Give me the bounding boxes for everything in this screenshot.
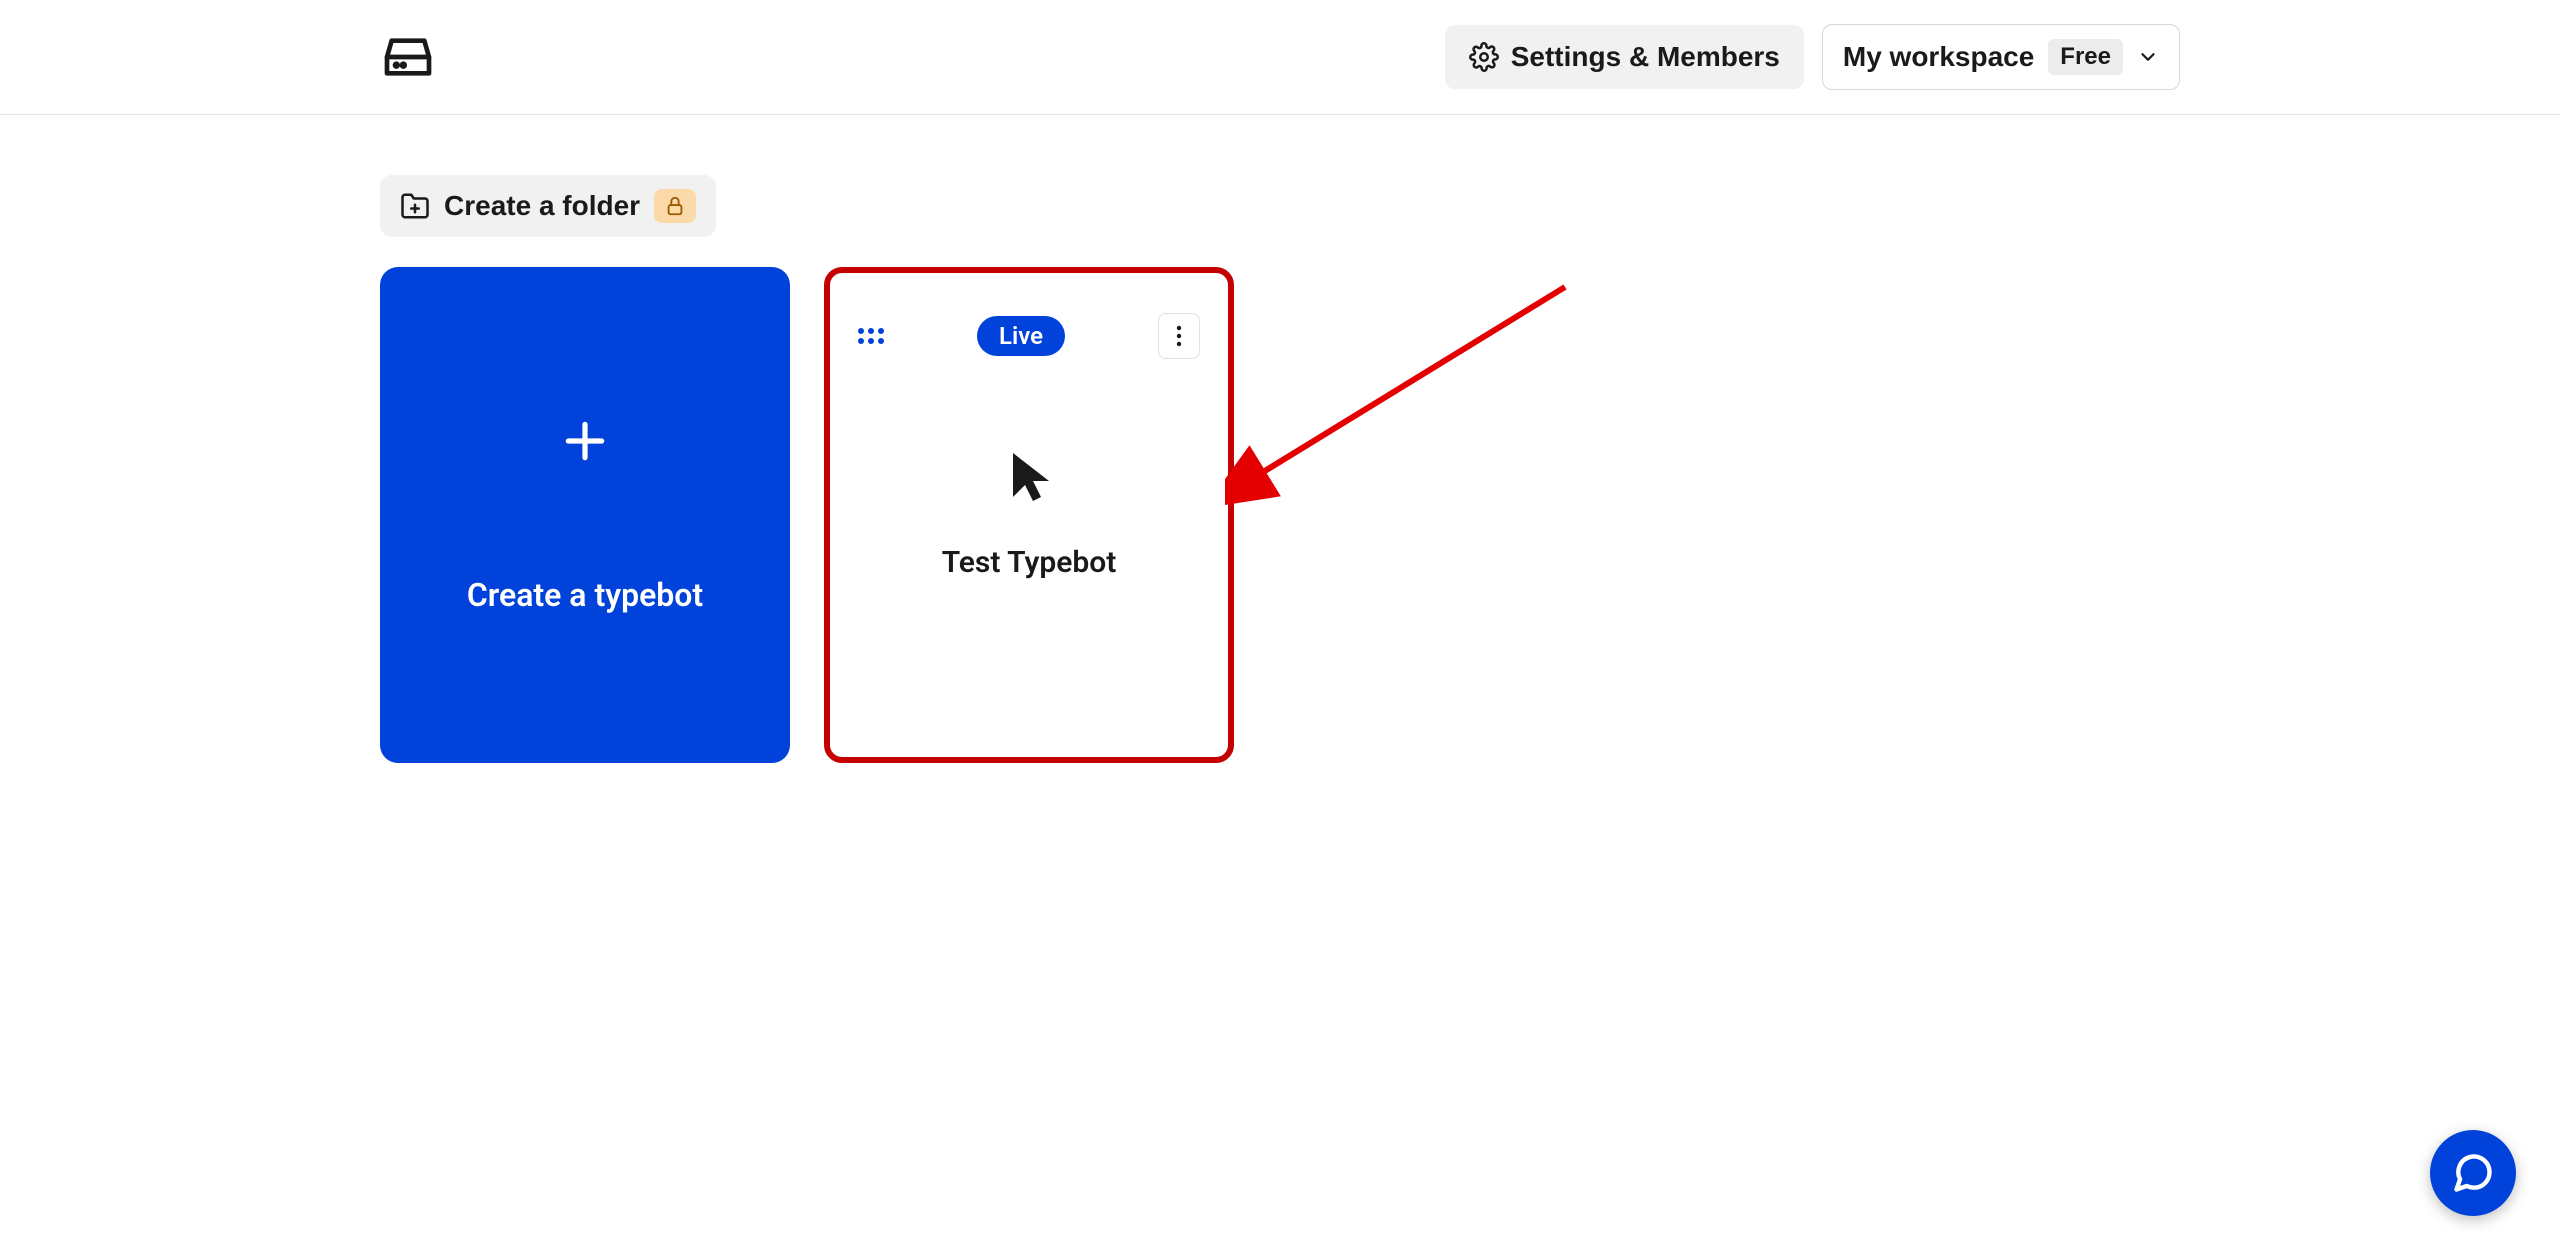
app-logo[interactable] bbox=[380, 29, 436, 85]
typebot-name: Test Typebot bbox=[942, 545, 1117, 580]
app-header: Settings & Members My workspace Free bbox=[0, 0, 2560, 115]
annotation-arrow bbox=[1225, 277, 1585, 537]
dots-vertical-icon bbox=[1176, 324, 1182, 348]
header-controls: Settings & Members My workspace Free bbox=[1445, 24, 2180, 90]
create-typebot-card[interactable]: Create a typebot bbox=[380, 267, 790, 763]
status-badge: Live bbox=[977, 316, 1065, 356]
workspace-name: My workspace bbox=[1843, 41, 2034, 73]
create-folder-button[interactable]: Create a folder bbox=[380, 175, 716, 237]
drag-handle-icon[interactable] bbox=[858, 328, 884, 344]
typebot-card[interactable]: Live Test Typebot bbox=[824, 267, 1234, 763]
gear-icon bbox=[1469, 42, 1499, 72]
main-content: Create a folder Create a typebot bbox=[0, 115, 2560, 823]
chevron-down-icon bbox=[2137, 46, 2159, 68]
create-folder-label: Create a folder bbox=[444, 190, 640, 222]
workspace-selector[interactable]: My workspace Free bbox=[1822, 24, 2180, 90]
typebot-card-header: Live bbox=[858, 313, 1200, 359]
more-options-button[interactable] bbox=[1158, 313, 1200, 359]
settings-members-label: Settings & Members bbox=[1511, 41, 1780, 73]
folder-plus-icon bbox=[400, 191, 430, 221]
cursor-icon bbox=[1005, 449, 1053, 509]
lock-icon bbox=[664, 195, 686, 217]
typebot-grid: Create a typebot Live bbox=[380, 267, 2180, 763]
chat-icon bbox=[2451, 1151, 2495, 1195]
settings-members-button[interactable]: Settings & Members bbox=[1445, 25, 1804, 89]
create-typebot-label: Create a typebot bbox=[467, 576, 703, 614]
storage-icon bbox=[380, 29, 436, 85]
plan-badge: Free bbox=[2048, 39, 2123, 75]
chat-launcher-button[interactable] bbox=[2430, 1130, 2516, 1216]
lock-badge bbox=[654, 189, 696, 223]
plus-icon bbox=[560, 416, 610, 476]
